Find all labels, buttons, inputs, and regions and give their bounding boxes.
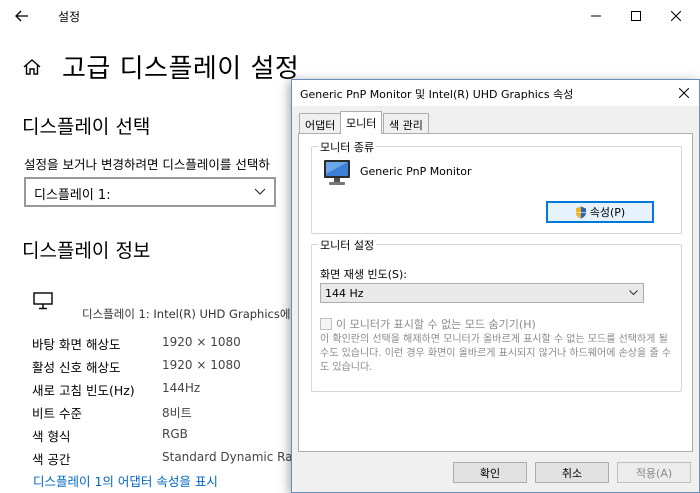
chevron-down-icon <box>629 290 638 296</box>
monitor-settings-legend: 모니터 설정 <box>318 237 377 253</box>
monitor-settings-group: 모니터 설정 화면 재생 빈도(S): 144 Hz 이 모니터가 표시할 수 … <box>311 237 682 392</box>
display-select-dropdown[interactable]: 디스플레이 1: <box>24 177 276 207</box>
info-label-active-signal-resolution: 활성 신호 해상도 <box>32 360 121 375</box>
ok-button[interactable]: 확인 <box>453 462 527 483</box>
display-select-value: 디스플레이 1: <box>34 188 111 203</box>
info-value-color-space: Standard Dynamic Ran <box>162 450 301 464</box>
info-value-refresh-rate: 144Hz <box>162 381 201 395</box>
select-display-description: 설정을 보거나 변경하려면 디스플레이를 선택하 <box>24 157 270 172</box>
hide-modes-option: 이 모니터가 표시할 수 없는 모드 숨기기(H) <box>320 316 536 332</box>
shield-icon <box>575 206 586 218</box>
info-label-desktop-resolution: 바탕 화면 해상도 <box>32 337 121 352</box>
info-label-refresh-rate: 새로 고침 빈도(Hz) <box>32 383 135 398</box>
minimize-icon <box>591 15 601 17</box>
hide-modes-label: 이 모니터가 표시할 수 없는 모드 숨기기(H) <box>336 318 536 331</box>
refresh-rate-value: 144 Hz <box>325 287 364 300</box>
dialog-titlebar: Generic PnP Monitor 및 Intel(R) UHD Graph… <box>292 80 699 106</box>
monitor-type-legend: 모니터 종류 <box>318 139 377 155</box>
monitor-type-group: 모니터 종류 Generic PnP Monitor 속성(P) <box>311 139 682 234</box>
properties-button-label: 속성(P) <box>589 206 626 219</box>
tab-monitor[interactable]: 모니터 <box>340 111 383 134</box>
tab-adapter[interactable]: 어댑터 <box>299 113 342 133</box>
apply-button[interactable]: 적용(A) <box>617 462 691 483</box>
close-icon <box>671 11 681 21</box>
monitor-tab-panel: 모니터 종류 Generic PnP Monitor 속성(P) 모니터 설정 <box>298 133 693 452</box>
monitor-properties-dialog: Generic PnP Monitor 및 Intel(R) UHD Graph… <box>291 79 700 493</box>
info-value-color-format: RGB <box>162 427 188 441</box>
back-button[interactable] <box>8 3 36 29</box>
hide-modes-checkbox[interactable] <box>320 318 332 330</box>
maximize-icon <box>631 11 641 21</box>
back-arrow-icon <box>15 10 28 22</box>
info-value-desktop-resolution: 1920 × 1080 <box>162 335 241 349</box>
info-label-color-space: 색 공간 <box>32 452 71 467</box>
page-title: 고급 디스플레이 설정 <box>62 54 300 84</box>
chevron-down-icon <box>254 188 266 195</box>
properties-button[interactable]: 속성(P) <box>546 201 654 223</box>
tab-color-management[interactable]: 색 관리 <box>383 113 429 133</box>
info-label-color-format: 색 형식 <box>32 429 71 444</box>
maximize-button[interactable] <box>616 3 656 29</box>
info-label-bit-depth: 비트 수준 <box>32 406 82 421</box>
refresh-rate-label: 화면 재생 빈도(S): <box>320 268 407 281</box>
dialog-close-button[interactable] <box>675 84 693 102</box>
dialog-title: Generic PnP Monitor 및 Intel(R) UHD Graph… <box>300 88 574 101</box>
home-icon[interactable] <box>22 57 42 77</box>
adapter-properties-link[interactable]: 디스플레이 1의 어댑터 속성을 표시 <box>33 471 218 490</box>
info-value-bit-depth: 8비트 <box>162 406 192 420</box>
settings-titlebar: 설정 <box>0 0 700 32</box>
monitor-connection-text: 디스플레이 1: Intel(R) UHD Graphics에 연 <box>82 307 305 321</box>
app-title: 설정 <box>58 10 81 24</box>
close-button[interactable] <box>656 3 696 29</box>
hide-modes-warning-text: 이 확인란의 선택을 해제하면 모니터가 올바르게 표시할 수 없는 모드를 선… <box>320 334 671 373</box>
refresh-rate-select[interactable]: 144 Hz <box>320 283 644 303</box>
monitor-icon <box>33 292 53 310</box>
select-display-heading: 디스플레이 선택 <box>22 116 151 138</box>
cancel-button[interactable]: 취소 <box>535 462 609 483</box>
info-value-active-signal-resolution: 1920 × 1080 <box>162 358 241 372</box>
pnp-monitor-icon <box>324 160 350 185</box>
monitor-type-name: Generic PnP Monitor <box>360 165 472 178</box>
close-icon <box>679 88 689 98</box>
display-info-heading: 디스플레이 정보 <box>22 240 151 262</box>
minimize-button[interactable] <box>576 3 616 29</box>
